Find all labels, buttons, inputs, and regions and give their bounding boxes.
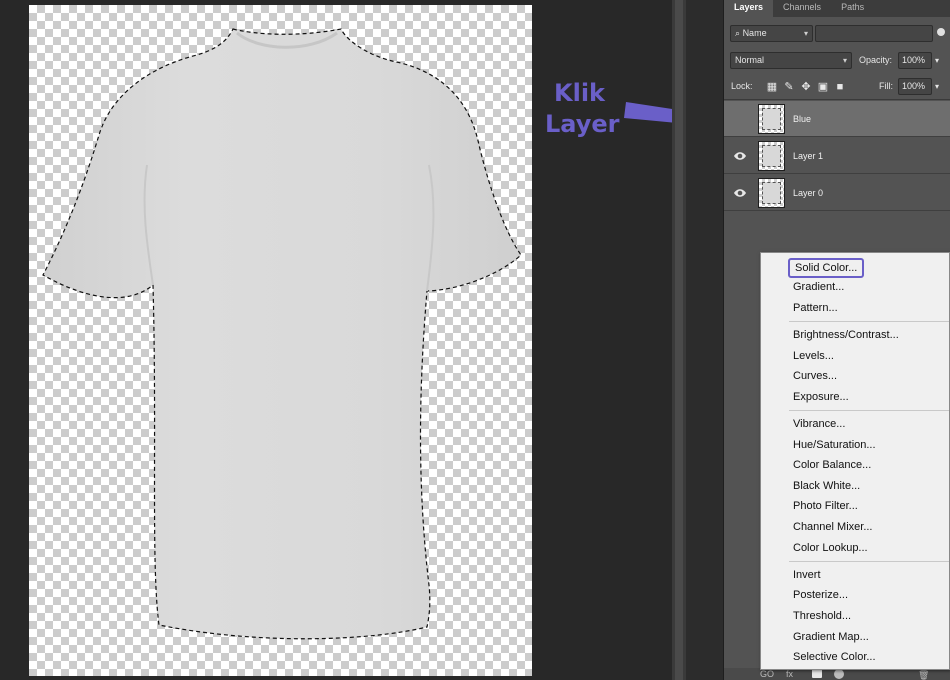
menu-item-channel-mixer[interactable]: Channel Mixer... [793, 520, 872, 534]
layer-filter-row: ⌕ Name ▾ [724, 25, 950, 45]
menu-item-levels[interactable]: Levels... [793, 349, 834, 363]
lock-all-icon[interactable]: ■ [834, 81, 846, 93]
layer-name: Layer 1 [793, 151, 824, 161]
lock-move-icon[interactable]: ✥ [800, 81, 812, 93]
tab-channels[interactable]: Channels [773, 0, 831, 17]
menu-separator [789, 321, 949, 322]
blend-mode-select[interactable]: Normal ▾ [730, 52, 852, 69]
layer-row-layer-1[interactable]: Layer 1 [724, 138, 950, 174]
tab-layers[interactable]: Layers [724, 0, 774, 17]
adjustment-layer-icon[interactable] [834, 669, 844, 679]
tshirt-image [42, 28, 522, 640]
fill-label: Fill: [879, 81, 893, 91]
canvas-workspace: Klik Layer [0, 0, 752, 680]
annotation-line-2: Layer [545, 110, 620, 138]
layer-thumbnail [758, 104, 785, 134]
panel-tabs: Layers Channels Paths [724, 0, 950, 17]
search-icon: ⌕ [735, 28, 741, 38]
menu-item-gradient-map[interactable]: Gradient Map... [793, 630, 869, 644]
menu-item-vibrance[interactable]: Vibrance... [793, 417, 845, 431]
menu-item-threshold[interactable]: Threshold... [793, 609, 851, 623]
menu-item-selective-color[interactable]: Selective Color... [793, 650, 876, 664]
menu-item-curves[interactable]: Curves... [793, 369, 837, 383]
filter-kind-select[interactable]: ⌕ Name ▾ [730, 25, 813, 42]
layer-name: Layer 0 [793, 188, 824, 198]
opacity-label: Opacity: [859, 55, 893, 65]
canvas-scrollbar[interactable] [672, 0, 686, 680]
menu-item-gradient[interactable]: Gradient... [793, 280, 844, 294]
menu-item-black-white[interactable]: Black White... [793, 479, 860, 493]
menu-item-hue-saturation[interactable]: Hue/Saturation... [793, 438, 876, 452]
blend-row: Normal ▾ Opacity: 100% ▾ [724, 52, 950, 72]
opacity-input[interactable]: 100% [898, 52, 932, 69]
layer-thumbnail [758, 141, 785, 171]
layer-name: Blue [793, 114, 812, 124]
chevron-down-icon[interactable]: ▾ [935, 78, 939, 95]
menu-item-color-balance[interactable]: Color Balance... [793, 458, 871, 472]
menu-item-exposure[interactable]: Exposure... [793, 390, 849, 404]
divider [724, 99, 950, 100]
tshirt-shape [42, 28, 522, 640]
fill-input[interactable]: 100% [898, 78, 932, 95]
trash-icon[interactable]: 🗑 [918, 669, 929, 680]
layer-row-blue[interactable]: Blue [724, 101, 950, 137]
lock-brush-icon[interactable]: ✎ [783, 81, 795, 93]
eye-icon[interactable] [733, 150, 747, 162]
instruction-annotation: Klik Layer [545, 78, 620, 140]
photoshop-window: Klik Layer Layers Channels Paths ⌕ Name … [0, 0, 950, 680]
menu-item-color-lookup[interactable]: Color Lookup... [793, 541, 868, 555]
filter-kind-label: Name [742, 28, 767, 38]
lock-transparent-icon[interactable]: ▦ [766, 81, 778, 93]
chevron-down-icon: ▾ [803, 29, 808, 38]
chevron-down-icon[interactable]: ▾ [935, 52, 939, 69]
menu-item-photo-filter[interactable]: Photo Filter... [793, 499, 858, 513]
lock-artboard-icon[interactable]: ▣ [817, 81, 829, 93]
filter-toggle-icon[interactable] [937, 28, 945, 36]
menu-item-brightness-contrast[interactable]: Brightness/Contrast... [793, 328, 899, 342]
adjustment-menu: Solid Color... Gradient... Pattern... Br… [760, 252, 950, 670]
lock-row: Lock: ▦ ✎ ✥ ▣ ■ Fill: 100% ▾ [724, 78, 950, 98]
menu-item-invert[interactable]: Invert [793, 568, 821, 582]
filter-search-field[interactable] [815, 25, 933, 42]
blend-mode-label: Normal [735, 55, 765, 65]
eye-icon[interactable] [733, 187, 747, 199]
lock-options: ▦ ✎ ✥ ▣ ■ [766, 78, 846, 95]
layer-thumbnail [758, 178, 785, 208]
menu-item-posterize[interactable]: Posterize... [793, 588, 848, 602]
annotation-line-1: Klik [554, 79, 606, 107]
chevron-down-icon: ▾ [842, 56, 847, 65]
tab-paths[interactable]: Paths [831, 0, 874, 17]
document-canvas[interactable] [29, 5, 532, 676]
menu-separator [789, 410, 949, 411]
menu-separator [789, 561, 949, 562]
menu-item-solid-color[interactable]: Solid Color... [788, 258, 865, 278]
mask-icon[interactable] [812, 669, 822, 678]
layer-row-layer-0[interactable]: Layer 0 [724, 175, 950, 211]
menu-item-pattern[interactable]: Pattern... [793, 301, 838, 315]
panel-dock-gap [686, 0, 724, 680]
lock-label: Lock: [731, 81, 753, 91]
